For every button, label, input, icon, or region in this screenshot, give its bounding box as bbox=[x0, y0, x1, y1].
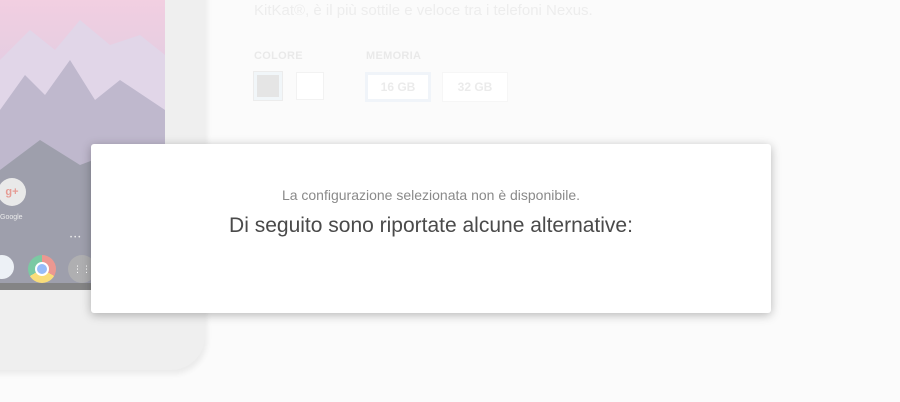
dialog-title: Di seguito sono riportate alcune alterna… bbox=[229, 214, 633, 237]
unavailable-config-dialog: La configurazione selezionata non è disp… bbox=[91, 144, 771, 313]
dialog-message: La configurazione selezionata non è disp… bbox=[281, 187, 581, 203]
